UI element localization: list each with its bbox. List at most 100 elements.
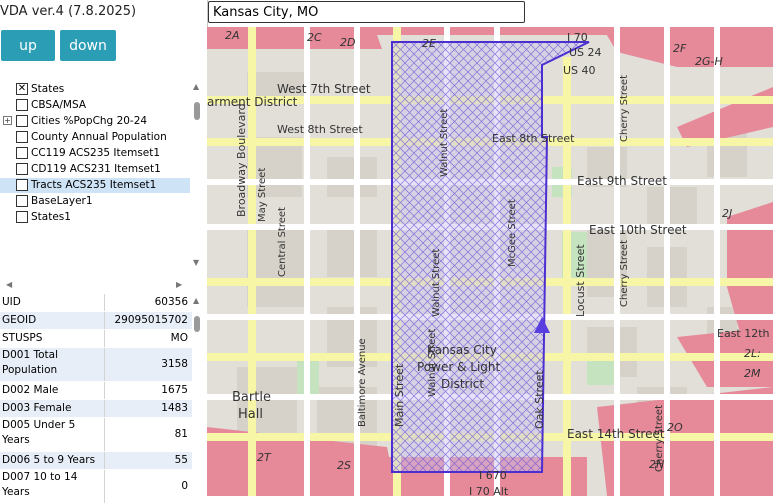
- location-search-input[interactable]: [208, 1, 525, 23]
- attribute-key: STUSPS: [0, 330, 105, 347]
- map-label: Kansas City: [427, 343, 497, 357]
- map-label: 2F: [673, 42, 687, 55]
- map-label: 2G-H: [695, 55, 723, 68]
- layer-label: County Annual Population: [31, 131, 167, 143]
- map-label: East 12th: [717, 327, 770, 340]
- map-label: Power & Light: [417, 360, 501, 374]
- attribute-row: D007 10 to 14 Years 0: [0, 470, 192, 503]
- left-panel: VDA ver.4 (7.8.2025) up down ✕ States CBSA…: [0, 0, 208, 503]
- layer-item[interactable]: BaseLayer1: [0, 194, 190, 209]
- map-label: Walnut Street: [431, 249, 442, 317]
- map-label: 2C: [307, 31, 322, 44]
- attribute-row: D001 Total Population 3158: [0, 348, 192, 381]
- attribute-row: STUSPS MO: [0, 330, 192, 347]
- map-label: I 670: [479, 469, 507, 482]
- map-label: East 10th Street: [589, 223, 687, 237]
- attribute-row: D002 Male 1675: [0, 382, 192, 399]
- layer-checkbox[interactable]: [16, 211, 28, 223]
- map-label: Broadway Boulevard: [235, 103, 248, 217]
- map-label: Oak Street: [533, 370, 546, 429]
- map-label: I 70 Alt: [469, 485, 509, 496]
- map-label: Cherry Street: [619, 75, 630, 142]
- map-label: I 70: [567, 31, 588, 44]
- layer-checkbox[interactable]: [16, 195, 28, 207]
- attribute-value: 81: [174, 428, 188, 440]
- scroll-up-icon[interactable]: ▲: [193, 296, 199, 305]
- scroll-right-icon[interactable]: ▶: [176, 280, 182, 289]
- layer-item[interactable]: CBSA/MSA: [0, 98, 190, 113]
- attribute-value: 3158: [161, 358, 188, 370]
- map-label: District: [441, 377, 484, 391]
- map-label: arment District: [207, 95, 298, 109]
- layer-tree-hscrollbar[interactable]: ◀ ▶: [6, 280, 186, 290]
- attribute-key: D005 Under 5 Years: [0, 418, 105, 451]
- layer-item[interactable]: ✕ States: [0, 82, 190, 97]
- map-view[interactable]: West 7th Street West 8th Street East 8th S…: [207, 27, 773, 496]
- layer-item[interactable]: County Annual Population: [0, 130, 190, 145]
- map-label: West 8th Street: [277, 123, 363, 136]
- layer-checkbox[interactable]: [16, 163, 28, 175]
- attribute-value: 1675: [161, 384, 188, 396]
- layer-checkbox[interactable]: [16, 99, 28, 111]
- scroll-up-icon[interactable]: ▲: [193, 82, 199, 91]
- down-button[interactable]: down: [60, 30, 116, 61]
- app-title: VDA ver.4 (7.8.2025): [0, 4, 137, 19]
- attribute-value: 29095015702: [114, 314, 189, 326]
- map-label: 2S: [337, 459, 351, 472]
- layer-item[interactable]: Tracts ACS235 Itemset1: [0, 178, 190, 193]
- layer-checkbox[interactable]: [16, 179, 28, 191]
- attribute-key: UID: [0, 294, 105, 311]
- map-label: East 14th Street: [567, 427, 665, 441]
- scroll-thumb[interactable]: [194, 102, 200, 120]
- layer-checkbox[interactable]: [16, 147, 28, 159]
- map-label: Baltimore Avenue: [357, 338, 368, 427]
- map-label: US 40: [563, 64, 596, 77]
- map-label: Bartle: [232, 390, 271, 405]
- map-label: Locust Street: [574, 244, 587, 317]
- attribute-key: D001 Total Population: [0, 348, 105, 381]
- up-button[interactable]: up: [1, 30, 55, 61]
- attribute-row: UID 60356: [0, 294, 192, 311]
- layer-item[interactable]: CD119 ACS231 Itemset1: [0, 162, 190, 177]
- attribute-key: D002 Male: [0, 382, 105, 399]
- attribute-row: D005 Under 5 Years 81: [0, 418, 192, 451]
- attribute-row: D006 5 to 9 Years 55: [0, 452, 192, 469]
- attribute-key: GEOID: [0, 312, 105, 329]
- layer-label: Tracts ACS235 Itemset1: [31, 179, 157, 191]
- layer-label: Cities %PopChg 20-24: [31, 115, 148, 127]
- layer-tree-scrollbar[interactable]: ▲ ▼: [193, 82, 202, 268]
- layer-tree: ✕ States CBSA/MSA + Cities %PopChg 20-24 Coun…: [0, 80, 192, 268]
- layer-label: CBSA/MSA: [31, 99, 87, 111]
- layer-checkbox[interactable]: ✕: [16, 83, 28, 95]
- layer-label: CC119 ACS235 Itemset1: [31, 147, 161, 159]
- scroll-down-icon[interactable]: ▼: [193, 258, 199, 267]
- expand-icon[interactable]: +: [3, 116, 12, 125]
- map-label: 2M: [744, 367, 761, 380]
- map-label: 2N: [649, 458, 664, 471]
- attribute-value: MO: [170, 332, 188, 344]
- attribute-row: GEOID 29095015702: [0, 312, 192, 329]
- scroll-left-icon[interactable]: ◀: [6, 280, 12, 289]
- attribute-value: 1483: [161, 402, 188, 414]
- layer-checkbox[interactable]: [16, 131, 28, 143]
- map-label: 2O: [667, 421, 683, 434]
- map-label: Cherry Street: [619, 240, 630, 307]
- layer-item[interactable]: States1: [0, 210, 190, 225]
- layer-label: States1: [31, 211, 71, 223]
- map-label: 2A: [225, 29, 240, 42]
- map-labels: West 7th Street West 8th Street East 8th S…: [207, 29, 770, 496]
- layer-label: BaseLayer1: [31, 195, 93, 207]
- map-label: East 9th Street: [577, 174, 667, 188]
- layer-checkbox[interactable]: [16, 115, 28, 127]
- map-label: Hall: [238, 407, 263, 422]
- layer-item[interactable]: CC119 ACS235 Itemset1: [0, 146, 190, 161]
- map-label: West 7th Street: [277, 82, 371, 96]
- map-label: Main Street: [393, 363, 406, 427]
- scroll-thumb[interactable]: [194, 316, 200, 332]
- attribute-scrollbar[interactable]: ▲: [193, 296, 202, 494]
- layer-item[interactable]: + Cities %PopChg 20-24: [0, 114, 190, 129]
- map-label: East 8th Street: [492, 132, 575, 145]
- map-label: 2E: [422, 37, 436, 50]
- map-label: McGee Street: [507, 199, 518, 267]
- map-label: 2L:: [744, 347, 761, 360]
